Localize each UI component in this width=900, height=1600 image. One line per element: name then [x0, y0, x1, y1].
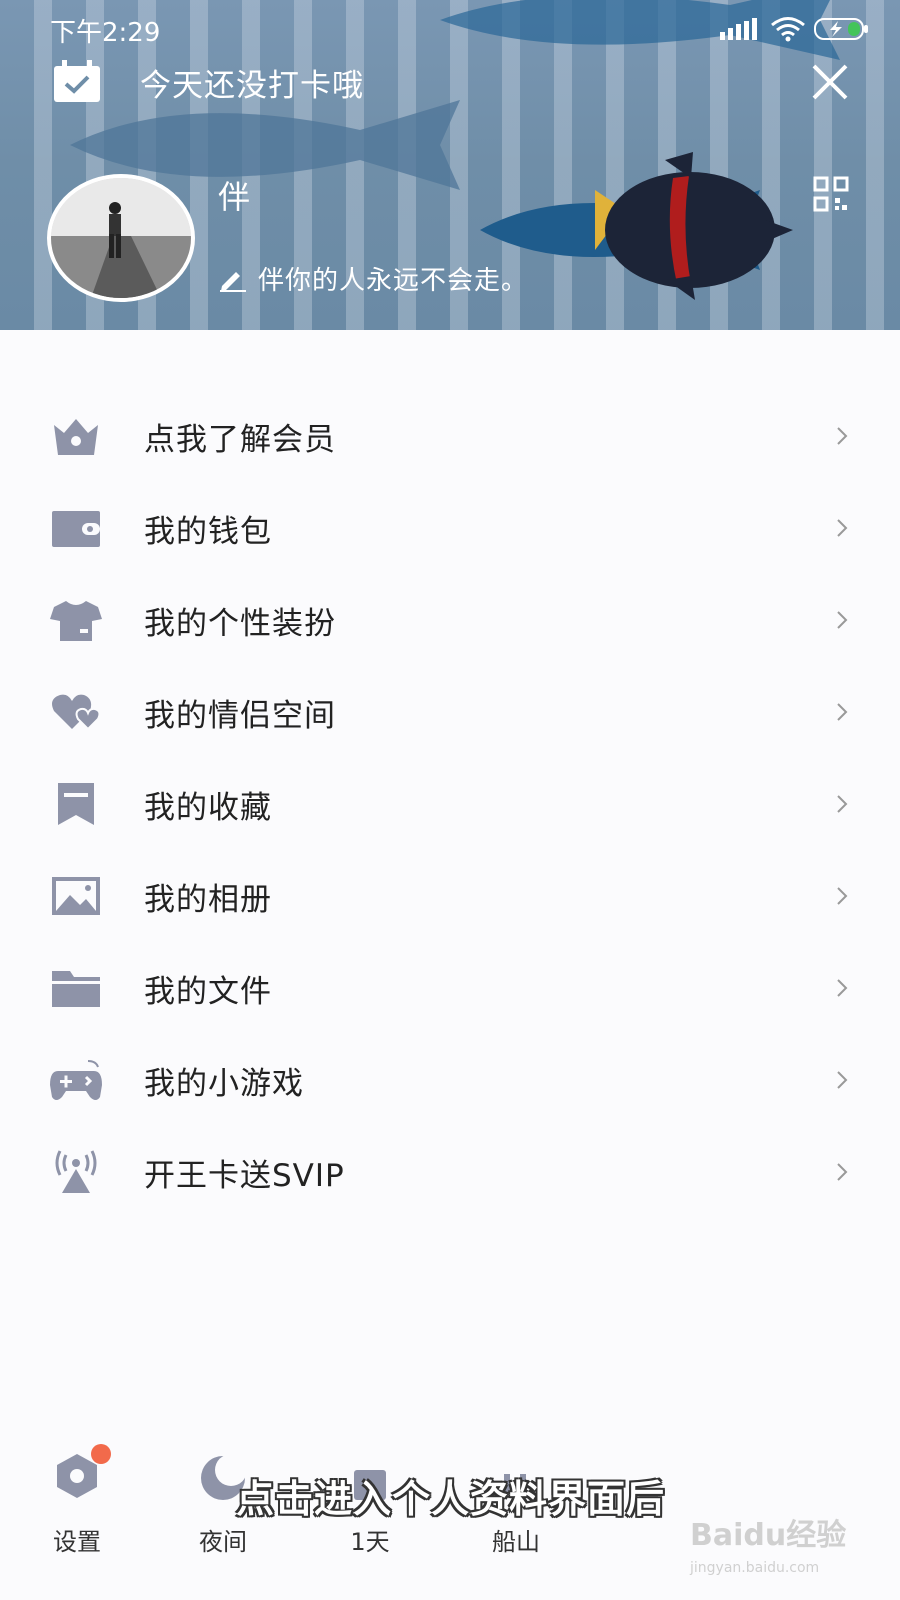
nav-label: 设置	[53, 1528, 101, 1556]
chevron-right-icon	[837, 427, 848, 445]
gamepad-icon	[50, 1060, 102, 1100]
cell-signal-icon	[720, 18, 757, 40]
chevron-right-icon	[837, 979, 848, 997]
settings-icon	[51, 1444, 111, 1502]
wallet-icon	[52, 511, 100, 547]
bookmark-icon	[58, 783, 94, 825]
menu-label: 开王卡送SVIP	[144, 1157, 345, 1194]
level-moons-icon	[224, 226, 328, 252]
penguin-decoration-icon	[595, 152, 793, 300]
menu-item-album[interactable]: 我的相册	[0, 850, 900, 942]
notification-badge	[91, 1444, 111, 1464]
menu-item-kingcard[interactable]: 开王卡送SVIP	[0, 1126, 900, 1218]
tshirt-icon	[50, 601, 102, 641]
photo-icon	[52, 877, 100, 915]
nav-label: 船山	[492, 1528, 540, 1556]
wifi-icon	[771, 17, 805, 42]
chevron-right-icon	[837, 1071, 848, 1089]
menu-label: 我的小游戏	[144, 1065, 304, 1102]
qr-code-icon[interactable]	[813, 176, 849, 212]
watermark-url: jingyan.baidu.com	[690, 1560, 820, 1576]
menu-label: 点我了解会员	[144, 421, 336, 458]
avatar-image	[51, 178, 191, 298]
chevron-right-icon	[837, 703, 848, 721]
menu-item-membership[interactable]: 点我了解会员	[0, 390, 900, 482]
video-subtitle: 点击进入个人资料界面后	[236, 1477, 666, 1521]
nav-settings[interactable]: 设置	[27, 1444, 127, 1580]
close-icon[interactable]	[808, 60, 852, 104]
drawer-menu: 点我了解会员 我的钱包 我的个性装扮 我的情侣空间 我的收藏 我的相册 我的文件…	[0, 390, 900, 1218]
menu-label: 我的相册	[144, 881, 272, 918]
status-time: 下午2:29	[50, 18, 161, 48]
crown-icon	[54, 419, 98, 455]
menu-item-files[interactable]: 我的文件	[0, 942, 900, 1034]
hearts-icon	[52, 694, 101, 731]
username[interactable]: 伴	[218, 172, 250, 218]
chevron-right-icon	[837, 795, 848, 813]
nav-label: 1天	[350, 1528, 390, 1556]
menu-label: 我的情侣空间	[144, 697, 336, 734]
nav-label: 夜间	[199, 1528, 247, 1556]
chevron-right-icon	[837, 1163, 848, 1181]
checkin-prompt[interactable]: 今天还没打卡哦	[140, 60, 364, 105]
calendar-checkin-icon[interactable]	[52, 60, 102, 104]
folder-icon	[52, 971, 100, 1007]
status-bar: 下午2:29	[50, 12, 870, 48]
chevron-right-icon	[837, 519, 848, 537]
chevron-right-icon	[837, 887, 848, 905]
menu-label: 我的文件	[144, 973, 272, 1010]
menu-item-favorites[interactable]: 我的收藏	[0, 758, 900, 850]
menu-label: 我的收藏	[144, 789, 272, 826]
menu-item-wallet[interactable]: 我的钱包	[0, 482, 900, 574]
signature[interactable]: 伴你的人永远不会走。	[218, 260, 528, 297]
menu-label: 我的个性装扮	[144, 605, 336, 642]
edit-pencil-icon	[220, 271, 246, 292]
signature-text: 伴你的人永远不会走。	[258, 266, 529, 296]
menu-item-couple-space[interactable]: 我的情侣空间	[0, 666, 900, 758]
signal-tower-icon	[55, 1150, 97, 1193]
menu-item-dressup[interactable]: 我的个性装扮	[0, 574, 900, 666]
menu-item-minigames[interactable]: 我的小游戏	[0, 1034, 900, 1126]
profile-header: 下午2:29 今天还没打卡哦 伴 伴你的人永远不会走。	[0, 0, 900, 330]
avatar[interactable]	[47, 174, 195, 302]
battery-icon	[814, 18, 868, 40]
menu-label: 我的钱包	[144, 513, 272, 550]
chevron-right-icon	[837, 611, 848, 629]
watermark-logo: Baidu经验	[690, 1518, 847, 1553]
